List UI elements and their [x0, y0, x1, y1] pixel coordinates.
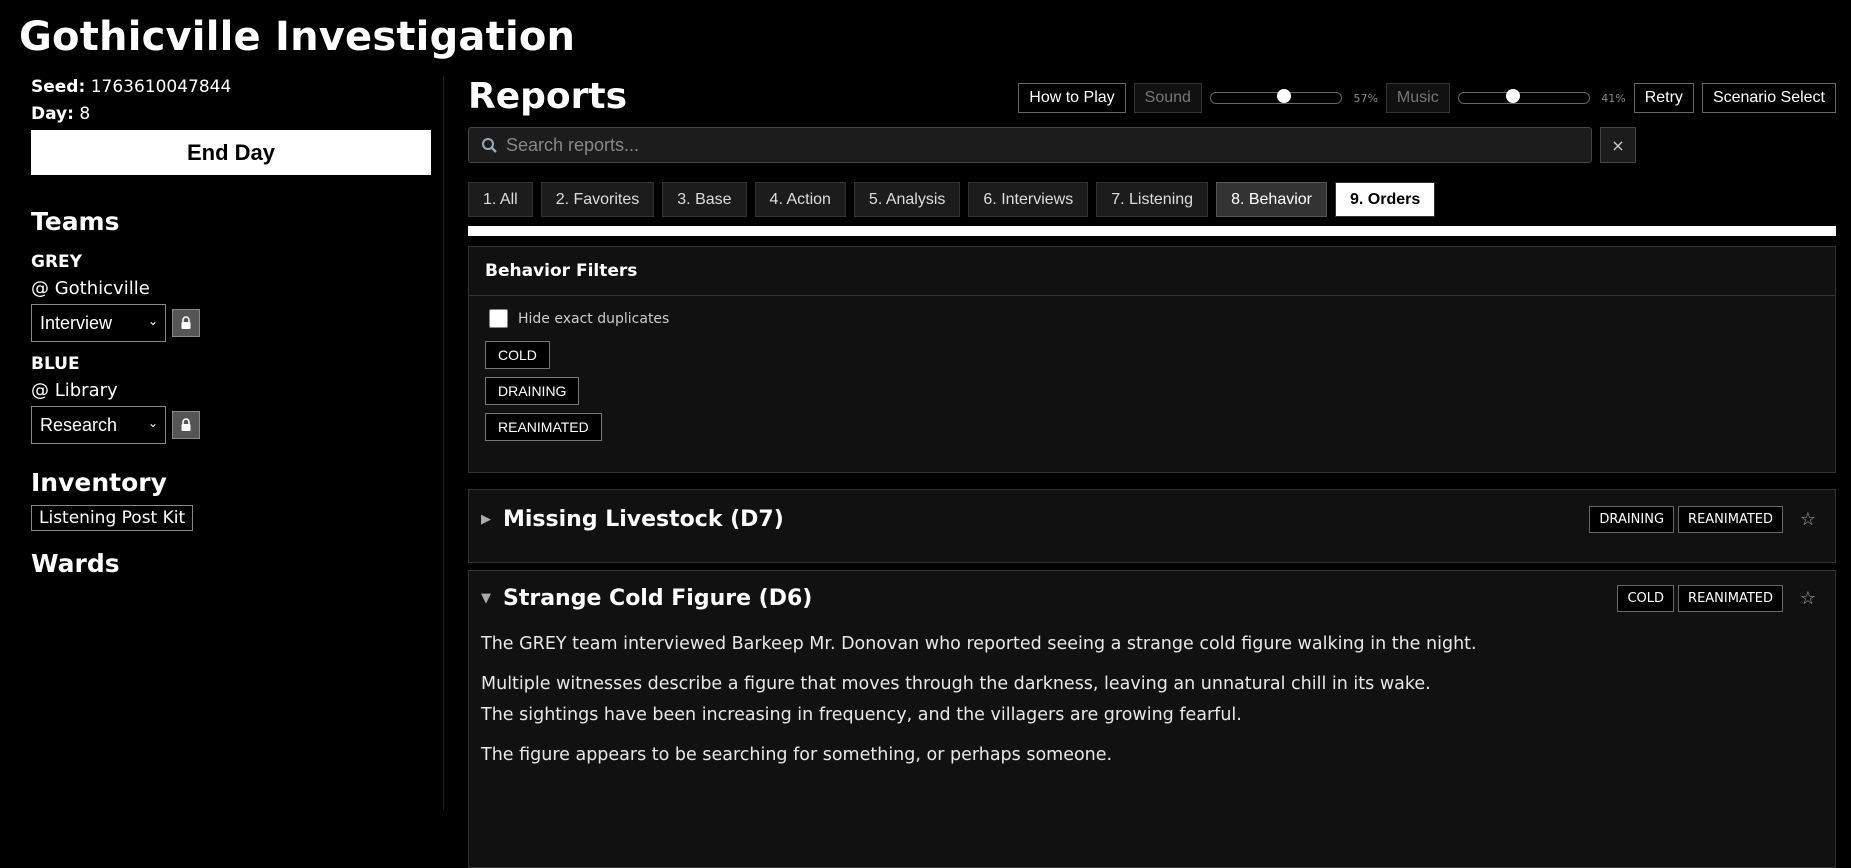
tab-action[interactable]: 4. Action	[754, 182, 846, 217]
filters-heading: Behavior Filters	[469, 247, 1835, 296]
collapse-caret-icon[interactable]: ▼	[481, 591, 503, 606]
top-controls: How to Play Sound 57% Music 41% Retry Sc…	[1018, 83, 1836, 113]
lock-icon	[181, 316, 191, 329]
tab-interviews[interactable]: 6. Interviews	[968, 182, 1089, 217]
hide-duplicates-checkbox[interactable]	[489, 309, 508, 328]
music-toggle-button[interactable]: Music	[1385, 83, 1450, 113]
app-title: Gothicville Investigation	[19, 14, 576, 60]
music-volume-slider[interactable]	[1457, 89, 1590, 104]
hide-duplicates-label: Hide exact duplicates	[518, 310, 670, 327]
seed-row: Seed: 1763610047844	[31, 76, 431, 103]
team-task-select[interactable]: Research	[31, 406, 166, 444]
seed-value: 1763610047844	[90, 77, 232, 97]
inventory-heading: Inventory	[31, 468, 167, 497]
magnifier-icon	[482, 137, 497, 153]
team-location: @ Library	[31, 380, 118, 401]
report-tabs: 1. All 2. Favorites 3. Base 4. Action 5.…	[468, 182, 1436, 217]
team-task-select[interactable]: Interview	[31, 304, 166, 342]
teams-heading: Teams	[31, 207, 120, 236]
report-title[interactable]: Missing Livestock (D7)	[503, 507, 784, 532]
favorite-star-icon[interactable]: ☆	[1793, 509, 1823, 530]
divider-bar	[468, 226, 1836, 236]
team-name: GREY	[31, 252, 82, 272]
tab-behavior[interactable]: 8. Behavior	[1216, 182, 1327, 217]
page-title: Reports	[468, 76, 628, 117]
report-tag: COLD	[1617, 585, 1675, 612]
report-card: ▶ Missing Livestock (D7) DRAINING REANIM…	[468, 489, 1836, 563]
report-header[interactable]: ▼ Strange Cold Figure (D6) COLD REANIMAT…	[481, 585, 1823, 612]
report-title[interactable]: Strange Cold Figure (D6)	[503, 586, 812, 611]
scenario-select-button[interactable]: Scenario Select	[1701, 83, 1836, 113]
favorite-star-icon[interactable]: ☆	[1793, 588, 1823, 609]
day-row: Day: 8	[31, 103, 431, 130]
report-paragraph: Multiple witnesses describe a figure tha…	[481, 674, 1431, 694]
retry-button[interactable]: Retry	[1633, 83, 1694, 113]
report-tag: REANIMATED	[1678, 506, 1783, 533]
sound-toggle-button[interactable]: Sound	[1133, 83, 1202, 113]
report-paragraph: The figure appears to be searching for s…	[481, 745, 1113, 765]
team-blue: BLUE @ Library Research ⌄	[31, 354, 431, 444]
behavior-filters-panel: Behavior Filters Hide exact duplicates C…	[468, 246, 1836, 473]
report-card: ▼ Strange Cold Figure (D6) COLD REANIMAT…	[468, 570, 1836, 868]
lock-button[interactable]	[172, 411, 200, 439]
search-box	[468, 127, 1592, 163]
tab-listening[interactable]: 7. Listening	[1096, 182, 1209, 217]
report-paragraph: The GREY team interviewed Barkeep Mr. Do…	[481, 634, 1477, 654]
filter-tag-draining[interactable]: DRAINING	[485, 377, 580, 405]
end-day-button[interactable]: End Day	[31, 130, 431, 175]
seed-label: Seed:	[31, 77, 86, 97]
report-tag: DRAINING	[1589, 506, 1675, 533]
sound-volume-slider[interactable]	[1209, 89, 1342, 104]
lock-button[interactable]	[172, 309, 200, 337]
lock-icon	[181, 418, 191, 431]
wards-heading: Wards	[31, 549, 120, 578]
team-task-select-wrap: Research ⌄	[31, 406, 166, 444]
expand-caret-icon[interactable]: ▶	[481, 512, 503, 527]
sound-percent: 57%	[1353, 91, 1378, 105]
hide-duplicates-row[interactable]: Hide exact duplicates	[489, 309, 669, 328]
team-grey: GREY @ Gothicville Interview ⌄	[31, 252, 431, 342]
tab-base[interactable]: 3. Base	[662, 182, 747, 217]
tab-analysis[interactable]: 5. Analysis	[853, 182, 961, 217]
tab-favorites[interactable]: 2. Favorites	[540, 182, 655, 217]
music-percent: 41%	[1601, 91, 1626, 105]
inventory-item[interactable]: Listening Post Kit	[31, 505, 194, 531]
sidebar: Seed: 1763610047844 Day: 8 End Day Teams…	[31, 76, 431, 578]
sound-slider-thumb[interactable]	[1277, 89, 1292, 103]
tab-orders[interactable]: 9. Orders	[1335, 182, 1436, 217]
team-location: @ Gothicville	[31, 278, 150, 299]
filter-tag-reanimated[interactable]: REANIMATED	[485, 413, 602, 441]
search-input[interactable]	[504, 133, 1579, 157]
filter-tag-cold[interactable]: COLD	[485, 341, 550, 369]
how-to-play-button[interactable]: How to Play	[1018, 83, 1126, 113]
sidebar-divider	[443, 76, 444, 810]
report-header[interactable]: ▶ Missing Livestock (D7) DRAINING REANIM…	[481, 506, 1823, 533]
search-row: ×	[468, 127, 1636, 163]
report-tags: DRAINING REANIMATED ☆	[1589, 506, 1823, 533]
report-tag: REANIMATED	[1678, 585, 1783, 612]
report-tags: COLD REANIMATED ☆	[1617, 585, 1823, 612]
report-paragraph: The sightings have been increasing in fr…	[481, 705, 1242, 725]
team-task-select-wrap: Interview ⌄	[31, 304, 166, 342]
report-body: The GREY team interviewed Barkeep Mr. Do…	[481, 629, 1811, 771]
clear-search-button[interactable]: ×	[1600, 127, 1636, 163]
day-label: Day:	[31, 104, 74, 124]
tab-all[interactable]: 1. All	[468, 182, 533, 217]
team-name: BLUE	[31, 354, 80, 374]
music-slider-thumb[interactable]	[1506, 89, 1521, 103]
day-value: 8	[79, 104, 91, 124]
